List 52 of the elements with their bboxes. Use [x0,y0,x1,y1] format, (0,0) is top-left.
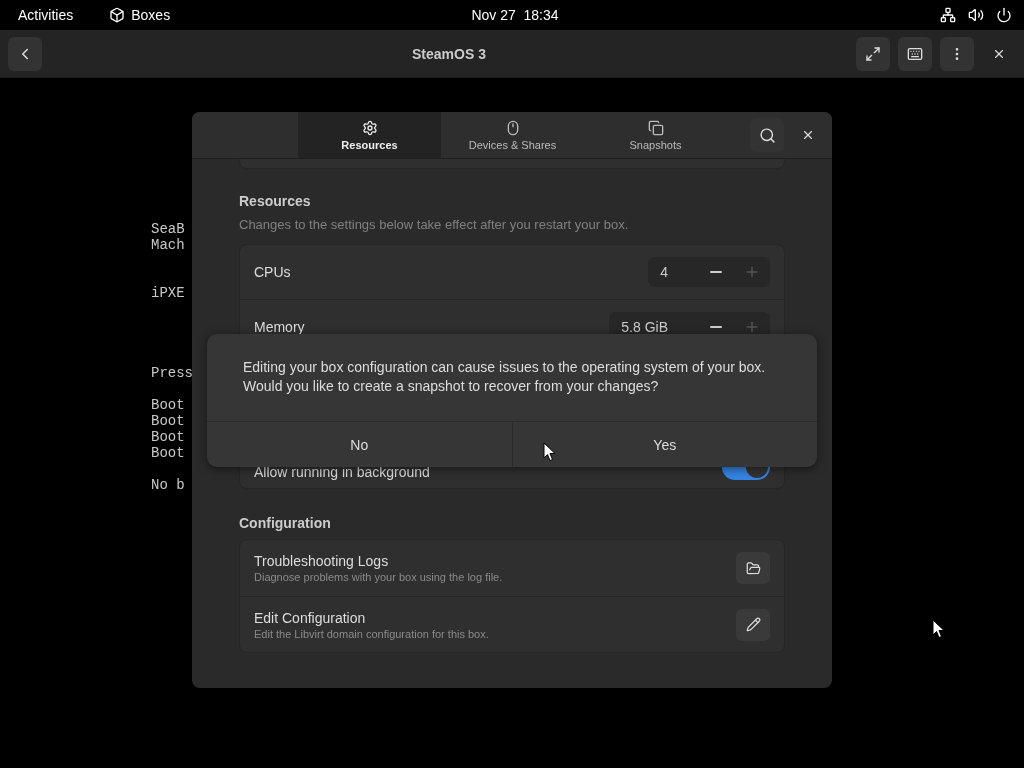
row-description: Edit the Libvirt domain configuration for this box. [254,627,490,640]
close-icon [801,128,815,142]
console-line: Boot [151,445,185,461]
app-menu[interactable]: Boxes [109,7,171,23]
row-label: Allow running in background [254,464,431,480]
dialog-message: Editing your box configuration can cause issues to the operating system of your box. Would you like to create a snapshot to recover from your changes? [243,358,766,396]
dialog-button[interactable]: No [207,422,512,467]
pointer-icon [932,619,945,639]
row-label: Edit Configuration [254,609,367,626]
folder-icon [745,560,761,576]
pointer-icon [543,442,556,462]
row-label: CPUs [254,264,292,280]
minus-icon [710,271,722,273]
copy-icon [647,119,664,136]
section-title: Resources [239,193,312,209]
console-line: Boot [151,429,185,445]
gear-icon [361,119,378,136]
keyboard-icon [907,45,923,62]
console-line: Boot [151,413,185,429]
console-line: Mach [151,237,185,253]
minus-icon [710,325,722,328]
open-folder-button[interactable] [736,552,770,584]
keyboard-button[interactable] [898,36,932,71]
search-icon [758,126,776,144]
console-line: Press [151,365,193,381]
plus-icon [744,264,760,280]
console-line: No b [151,477,185,493]
power-icon[interactable] [996,7,1012,23]
tab[interactable]: Resources [298,112,441,158]
row-label: Troubleshooting Logs [254,553,390,569]
row-label: Memory [254,318,306,335]
clock[interactable]: Nov 27 18:34 [471,7,559,23]
window-title: SteamOS 3 [411,45,487,62]
network-icon[interactable] [940,7,956,23]
fullscreen-button[interactable] [856,36,890,71]
row-description: Diagnose problems with your box using the log file. [254,571,504,583]
volume-icon[interactable] [968,7,984,23]
edit-button[interactable] [736,608,770,641]
tab[interactable]: Devices & Shares [441,112,584,158]
console-line: iPXE [151,285,185,301]
console-line: Boot [151,397,185,413]
spin-field[interactable]: 4 [648,257,770,287]
expand-icon [865,45,881,62]
pencil-icon [745,617,761,632]
section-subtitle: Changes to the settings below take effect after you restart your box. [239,217,630,232]
search-button[interactable] [750,118,784,152]
section-title: Configuration [239,515,332,531]
tab[interactable]: Snapshots [584,112,727,158]
activities-button[interactable]: Activities [18,7,74,23]
back-button[interactable] [8,36,42,71]
console-line: SeaB [151,221,185,237]
box-icon [109,7,126,23]
